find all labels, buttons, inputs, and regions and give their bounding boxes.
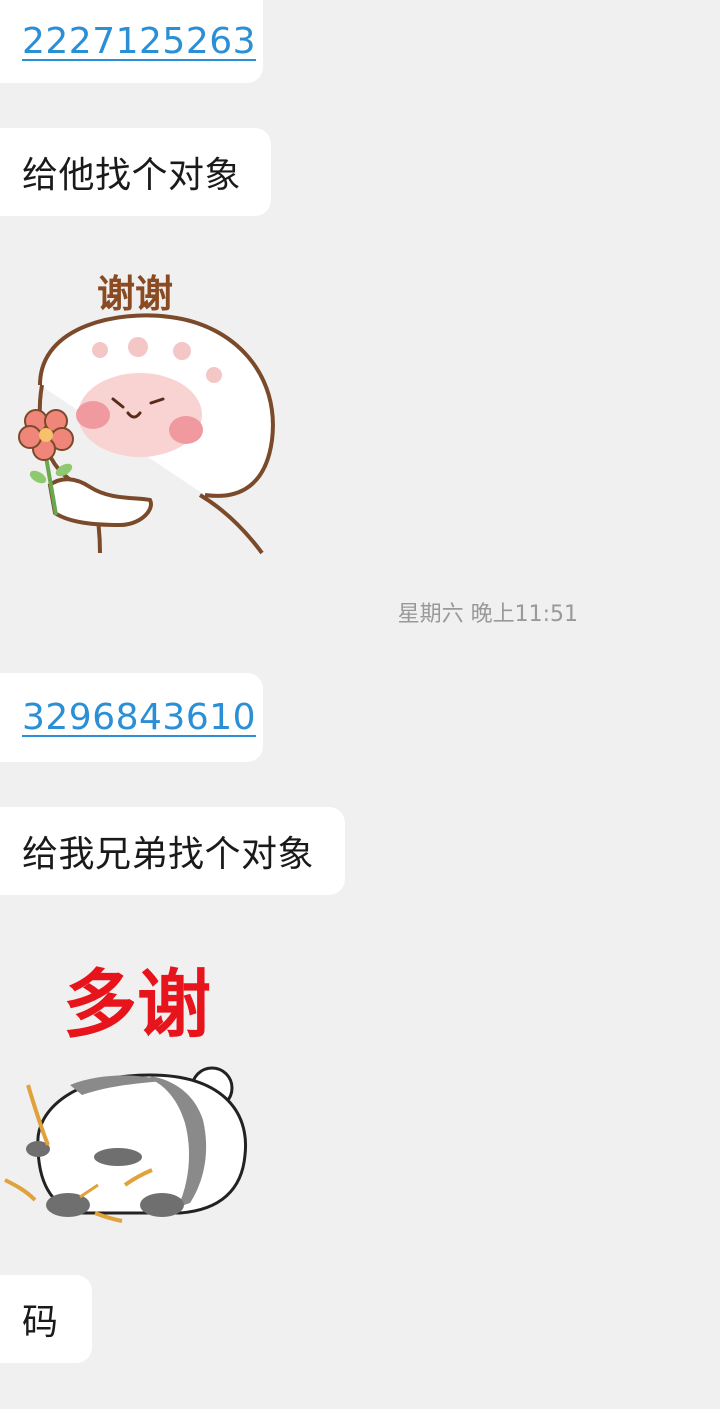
message-text: 给他找个对象 bbox=[22, 155, 242, 196]
chat-message-list[interactable]: 2227125263 给他找个对象 谢谢 星期六 晚上11:51 3296843… bbox=[0, 0, 720, 1409]
message-text: 码 bbox=[22, 1302, 59, 1343]
thank-you-sticker[interactable]: 谢谢 bbox=[0, 255, 290, 555]
qq-number-link[interactable]: 3296843610 bbox=[22, 697, 256, 738]
qq-number-link[interactable]: 2227125263 bbox=[22, 21, 256, 62]
sticker-caption: 多谢 bbox=[63, 962, 211, 1048]
message-bubble-link[interactable]: 3296843610 bbox=[0, 673, 263, 762]
message-bubble-link[interactable]: 2227125263 bbox=[0, 0, 263, 83]
message-timestamp: 星期六 晚上11:51 bbox=[397, 602, 578, 627]
message-bubble-text[interactable]: 给我兄弟找个对象 bbox=[0, 807, 345, 895]
message-bubble-text[interactable]: 码 bbox=[0, 1275, 92, 1363]
message-bubble-text[interactable]: 给他找个对象 bbox=[0, 128, 271, 216]
panda-thanks-sticker-icon: 多谢 bbox=[4, 962, 248, 1223]
thank-you-sticker-icon: 谢谢 bbox=[18, 272, 275, 555]
message-text: 给我兄弟找个对象 bbox=[22, 834, 315, 875]
panda-thanks-sticker[interactable]: 多谢 bbox=[0, 945, 270, 1235]
sticker-caption: 谢谢 bbox=[97, 272, 173, 316]
